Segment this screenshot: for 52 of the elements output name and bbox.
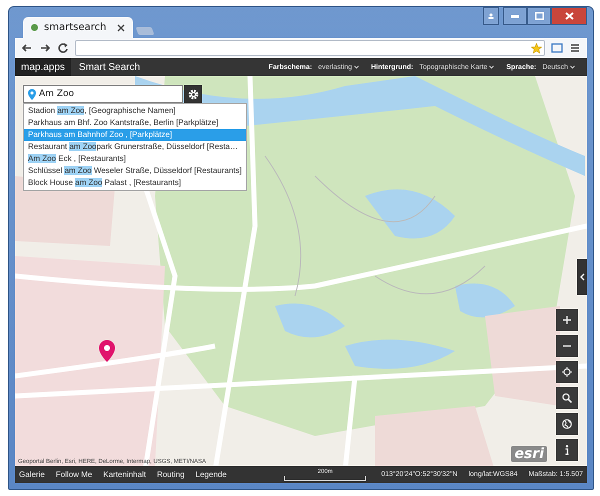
reload-icon — [57, 42, 69, 54]
back-icon — [21, 42, 33, 54]
browser-tab[interactable]: smartsearch — [23, 17, 133, 38]
app-title: Smart Search — [78, 62, 142, 72]
close-icon — [564, 12, 574, 20]
locate-button[interactable] — [556, 361, 578, 383]
minimize-button[interactable] — [503, 7, 527, 25]
caret-icon — [354, 64, 359, 68]
settings-button[interactable] — [184, 85, 202, 103]
suggestion-item[interactable]: Restaurant am Zoopark Grunerstraße, Düsseldorf [Resta… — [24, 141, 246, 153]
chevron-left-icon — [580, 273, 584, 281]
suggestion-item[interactable]: Am Zoo Eck , [Restaurants] — [24, 153, 246, 165]
suggestion-item[interactable]: Schlüssel am Zoo Weseler Straße, Düsseldorf [Restaurants] — [24, 165, 246, 177]
globe-button[interactable] — [556, 413, 578, 435]
footer-tool-button[interactable]: Routing — [156, 470, 185, 479]
zoom-in-button[interactable] — [556, 309, 578, 331]
app-brand[interactable]: map.apps — [15, 58, 71, 76]
plus-icon — [563, 316, 571, 324]
user-button[interactable] — [483, 7, 499, 25]
suggestion-item[interactable]: Block House am Zoo Palast , [Restaurants] — [24, 177, 246, 189]
tab-status-icon — [31, 24, 38, 31]
map-logo: esri — [511, 446, 547, 462]
crosshair-icon — [562, 367, 572, 377]
footer-tool-button[interactable]: Galerie — [19, 470, 45, 479]
caret-icon — [570, 64, 575, 68]
globe-icon — [562, 419, 572, 429]
suggestion-item[interactable]: Parkhaus am Bhf. Zoo Kantstraße, Berlin [Parkplätze] — [24, 117, 246, 129]
person-icon — [488, 13, 494, 19]
minimize-icon — [511, 14, 519, 18]
screen-icon — [551, 42, 563, 54]
location-marker-icon — [99, 340, 115, 362]
suggestion-item[interactable]: Stadion am Zoo, [Geographische Namen] — [24, 105, 246, 117]
pin-icon — [28, 88, 36, 100]
star-icon — [531, 42, 542, 54]
footer-tool-button[interactable]: Karteninhalt — [103, 470, 146, 479]
gear-icon — [188, 88, 198, 100]
maximize-icon — [534, 12, 544, 20]
maximize-button[interactable] — [527, 7, 551, 25]
info-button[interactable] — [556, 439, 578, 461]
search-button[interactable] — [556, 387, 578, 409]
footer-tool-button[interactable]: Follow Me — [56, 470, 92, 479]
forward-icon — [39, 42, 51, 54]
menu-icon — [569, 42, 581, 54]
tab-title: smartsearch — [44, 22, 108, 33]
info-icon — [565, 445, 569, 455]
footer-tool-button[interactable]: Legende — [196, 470, 227, 479]
caret-icon — [489, 64, 494, 68]
close-icon — [117, 24, 125, 32]
search-icon — [562, 393, 572, 403]
search-field[interactable]: Am Zoo — [23, 85, 183, 103]
close-button[interactable] — [551, 7, 587, 25]
panel-toggle-button[interactable] — [577, 259, 587, 295]
